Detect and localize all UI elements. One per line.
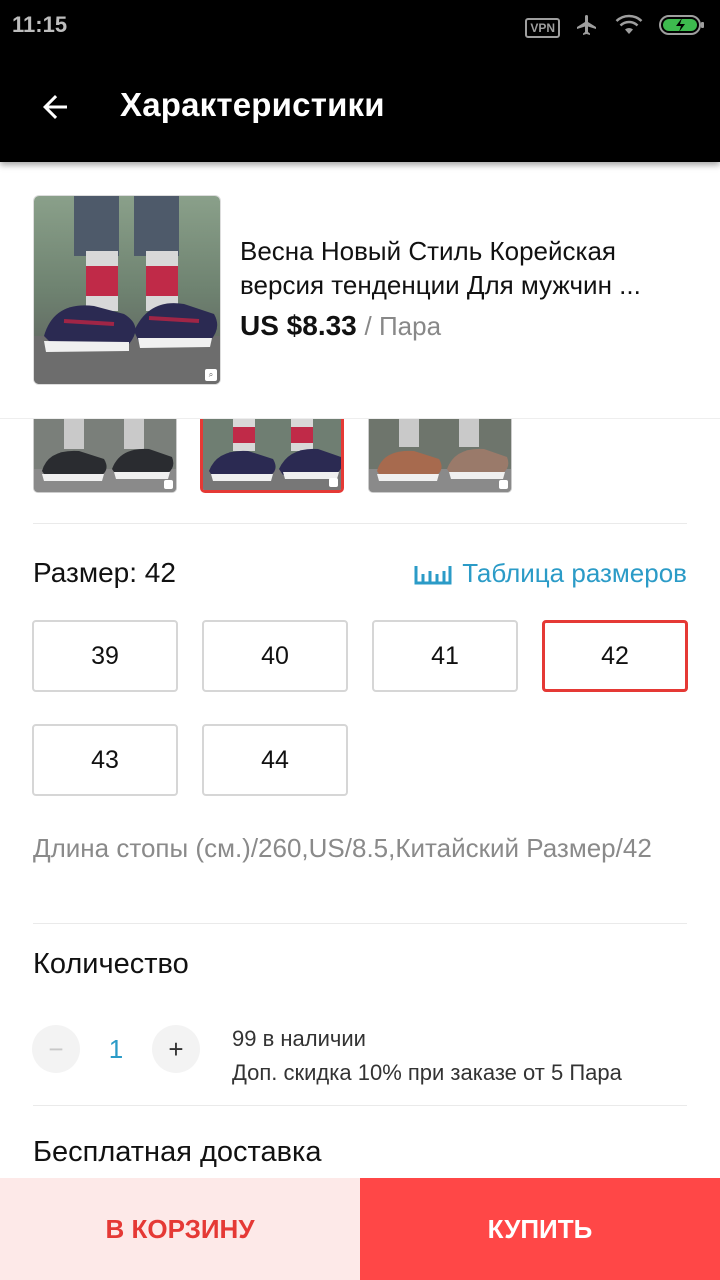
variant-thumb-orange[interactable] (368, 419, 512, 493)
size-option-40[interactable]: 40 (202, 620, 348, 692)
price-row: US $8.33 / Пара (240, 310, 441, 342)
delivery-title: Бесплатная доставка (33, 1136, 322, 1168)
status-time: 11:15 (12, 12, 68, 37)
size-description: Длина стопы (см.)/260,US/8.5,Китайский Р… (33, 833, 652, 863)
size-chart-label: Таблица размеров (462, 558, 687, 588)
battery-charging-icon (658, 13, 706, 42)
page-title: Характеристики (120, 86, 385, 123)
price-value: US $8.33 (240, 310, 357, 341)
quantity-decrease-button[interactable]: − (32, 1025, 80, 1073)
status-icons: VPN (525, 13, 706, 42)
size-option-43[interactable]: 43 (32, 724, 178, 796)
ruler-icon (414, 565, 452, 584)
product-title-line1: Весна Новый Стиль Корейская (240, 236, 617, 266)
size-option-39[interactable]: 39 (32, 620, 178, 692)
variant-strip (0, 418, 720, 524)
zoom-icon (164, 480, 173, 489)
arrow-left-icon (43, 95, 67, 119)
bottom-action-bar: В КОРЗИНУ КУПИТЬ (0, 1178, 720, 1280)
size-chart-link[interactable]: Таблица размеров (414, 558, 687, 589)
size-option-42[interactable]: 42 (542, 620, 688, 692)
back-button[interactable] (30, 82, 80, 132)
zoom-icon (499, 480, 508, 489)
quantity-value[interactable]: 1 (96, 1034, 136, 1065)
zoom-icon (329, 478, 338, 487)
variant-thumb-navy[interactable] (200, 419, 344, 493)
product-title-line2: версия тенденции Для мужчин ... (240, 270, 641, 300)
app-bar: Характеристики (0, 50, 720, 162)
airplane-icon (574, 13, 600, 42)
bulk-discount: Доп. скидка 10% при заказе от 5 Пара (232, 1060, 622, 1085)
stock-info: 99 в наличии Доп. скидка 10% при заказе … (232, 1022, 622, 1090)
wifi-icon (614, 13, 644, 42)
divider (33, 923, 687, 924)
size-option-44[interactable]: 44 (202, 724, 348, 796)
product-title: Весна Новый Стиль Корейская версия тенде… (240, 234, 690, 302)
buy-now-button[interactable]: КУПИТЬ (360, 1178, 720, 1280)
product-image[interactable]: ⌕ (33, 195, 221, 385)
quantity-increase-button[interactable]: + (152, 1025, 200, 1073)
zoom-icon: ⌕ (205, 369, 217, 381)
divider (33, 1105, 687, 1106)
price-unit: / Пара (364, 311, 442, 341)
product-card: ⌕ Весна Новый Стиль Корейская версия тен… (0, 162, 720, 418)
stock-count: 99 в наличии (232, 1026, 366, 1051)
add-to-cart-button[interactable]: В КОРЗИНУ (0, 1178, 360, 1280)
size-label: Размер: 42 (33, 557, 176, 588)
variant-thumb-black[interactable] (33, 419, 177, 493)
vpn-icon: VPN (525, 17, 560, 38)
divider (33, 523, 687, 524)
status-bar: 11:15 VPN (0, 0, 720, 50)
size-option-41[interactable]: 41 (372, 620, 518, 692)
quantity-title: Количество (33, 948, 189, 980)
